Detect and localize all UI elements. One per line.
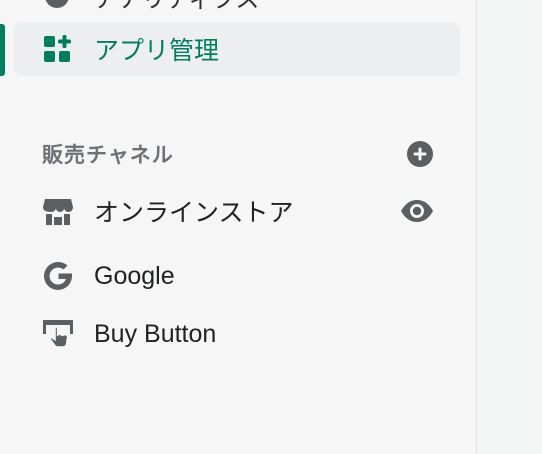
sales-channels-header: 販売チャネル — [42, 136, 434, 172]
admin-frame: アナリティクス アプリ管理 販売チャネル — [0, 0, 542, 454]
sidebar-item-label: アプリ管理 — [94, 37, 220, 65]
buy-button-icon — [42, 318, 74, 350]
apps-icon — [42, 34, 72, 64]
channel-label: Buy Button — [94, 319, 217, 348]
sidebar-item-apps[interactable]: アプリ管理 — [14, 22, 460, 76]
channel-online-store[interactable]: オンラインストア — [42, 186, 442, 236]
eye-icon[interactable] — [400, 195, 434, 227]
sidebar: アナリティクス アプリ管理 販売チャネル — [0, 0, 476, 454]
analytics-icon — [42, 0, 72, 11]
store-icon — [42, 195, 74, 227]
channel-label: オンラインストア — [94, 199, 294, 227]
sidebar-item-label: アナリティクス — [94, 0, 259, 14]
main-content — [477, 0, 542, 454]
channel-label: Google — [94, 261, 175, 290]
channel-buy-button[interactable]: Buy Button — [42, 309, 442, 359]
channel-google[interactable]: Google — [42, 251, 442, 301]
sidebar-item-analytics[interactable]: アナリティクス — [42, 0, 259, 13]
section-title: 販売チャネル — [42, 144, 174, 167]
google-icon — [42, 260, 74, 292]
plus-circle-icon[interactable] — [406, 140, 434, 168]
active-indicator — [0, 24, 5, 76]
